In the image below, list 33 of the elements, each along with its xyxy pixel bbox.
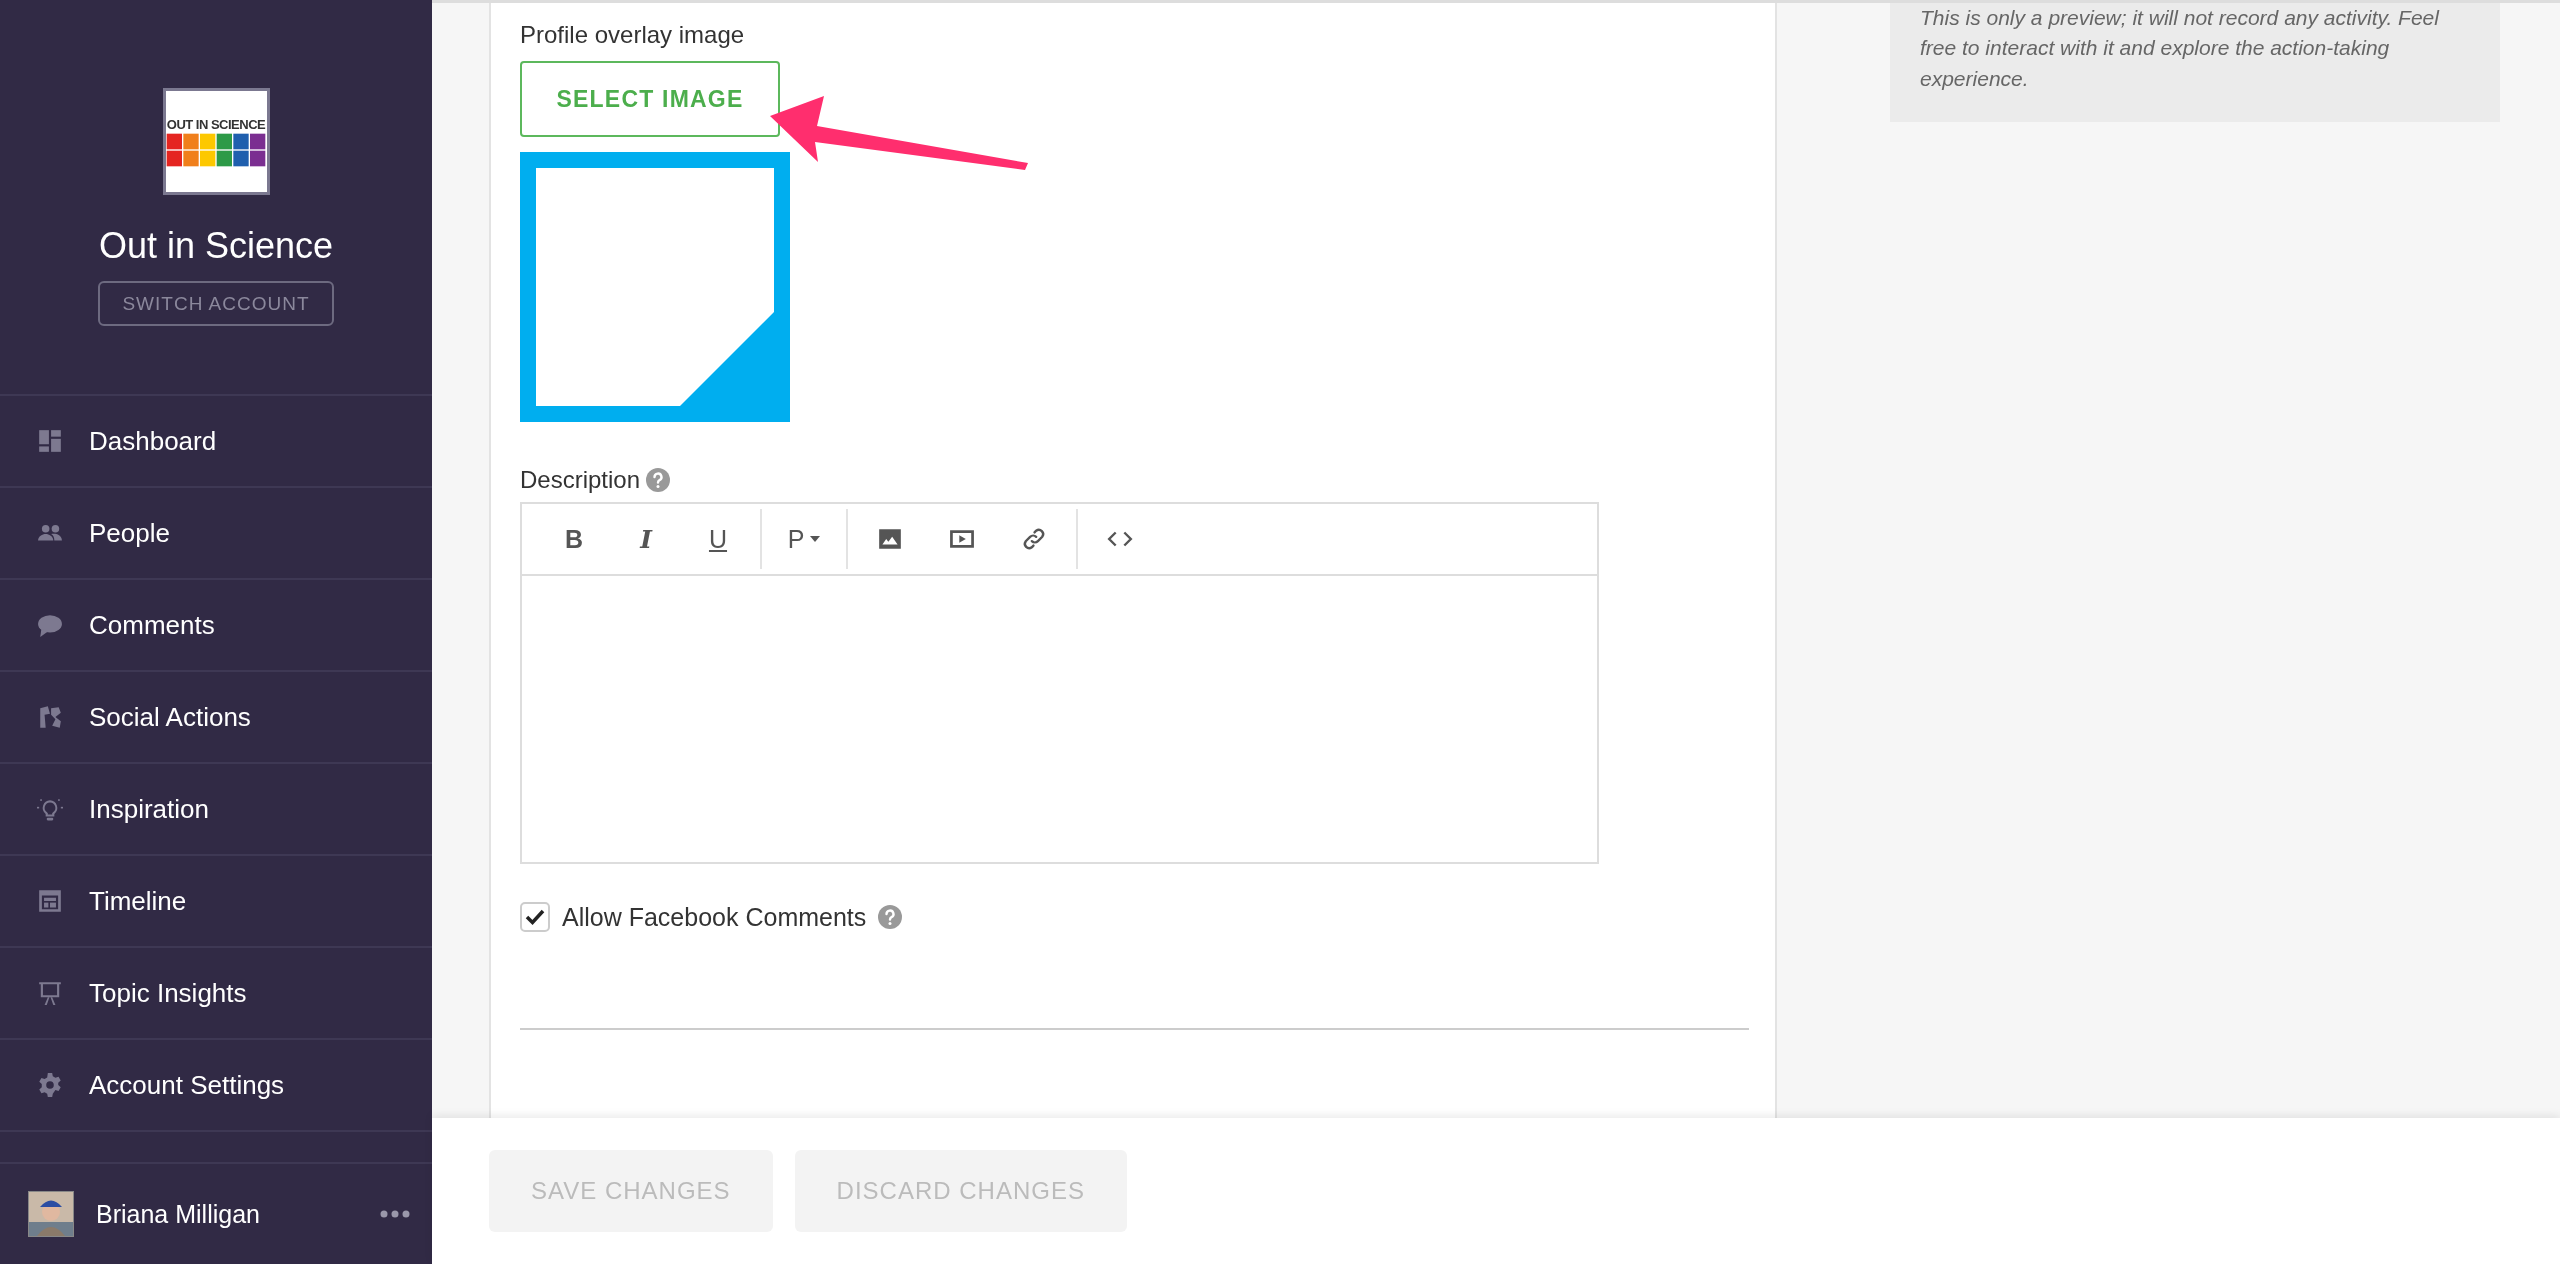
checkbox[interactable]	[520, 902, 550, 932]
preview-note: This is only a preview; it will not record any activity. Feel free to interact with it and explore the action-taking experience.	[1890, 3, 2500, 123]
italic-button[interactable]: I	[610, 509, 682, 569]
dashboard-icon	[37, 428, 63, 454]
help-icon[interactable]	[646, 468, 671, 492]
bold-button[interactable]: B	[538, 509, 610, 569]
field-label: Profile overlay image	[520, 21, 746, 49]
checkbox-label: Allow Facebook Comments	[562, 902, 867, 932]
more-icon[interactable]	[380, 1210, 410, 1218]
underline-button[interactable]: U	[682, 509, 754, 569]
speech-bubble-icon	[37, 612, 63, 638]
settings-icon	[37, 1072, 63, 1098]
check-icon	[525, 908, 545, 926]
nav-item[interactable]: Dashboard	[89, 425, 217, 457]
nav-item[interactable]: Topic Insights	[89, 977, 247, 1009]
caret-icon	[810, 536, 821, 542]
calendar-icon	[37, 888, 63, 914]
nav-item[interactable]: Inspiration	[89, 793, 209, 825]
user-name: Briana Milligan	[96, 1199, 261, 1229]
switch-account-button[interactable]: SWITCH ACCOUNT	[98, 281, 334, 326]
help-icon[interactable]	[878, 905, 903, 929]
nav-item[interactable]: Timeline	[89, 885, 187, 917]
nav-item[interactable]: Social Actions	[89, 701, 251, 733]
lightbulb-icon	[37, 796, 63, 822]
nav-item[interactable]: People	[89, 517, 170, 549]
paragraph-format-dropdown[interactable]: P	[768, 509, 840, 569]
rich-text-editor[interactable]: B I U P	[520, 502, 1599, 864]
nav-item[interactable]: Account Settings	[89, 1069, 285, 1101]
nav-item[interactable]: Comments	[89, 609, 215, 641]
field-label: Description	[520, 466, 641, 494]
logo-text: OUT IN SCIENCE	[166, 116, 266, 132]
easel-icon	[37, 980, 63, 1006]
account-name: Out in Science	[98, 225, 334, 267]
